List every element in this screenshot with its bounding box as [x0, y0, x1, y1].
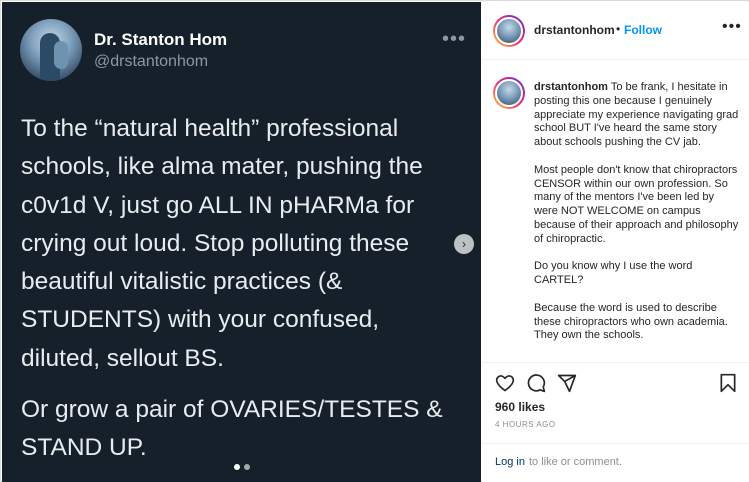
- caption-username[interactable]: drstantonhom: [534, 81, 608, 93]
- post-dialog: Dr. Stanton Hom @drstantonhom ••• To the…: [0, 0, 749, 482]
- caption-avatar[interactable]: [493, 77, 525, 109]
- tweet-line: crying out loud. Stop polluting these: [21, 229, 410, 257]
- heart-icon[interactable]: [495, 373, 515, 393]
- tweet-author-handle: @drstantonhom: [94, 53, 209, 70]
- tweet-line: STAND UP.: [21, 434, 147, 462]
- post-header: drstantonhom • Follow •••: [482, 2, 749, 60]
- caption-paragraph: Most people don't know that chiropractor…: [534, 163, 739, 245]
- avatar[interactable]: [493, 15, 525, 47]
- bookmark-icon[interactable]: [718, 373, 738, 393]
- follow-button[interactable]: Follow: [624, 23, 662, 37]
- tweet-line: beautiful vitalistic practices (&: [21, 268, 343, 296]
- post-timestamp[interactable]: 4 HOURS AGO: [495, 420, 556, 429]
- comment-row: Log in to like or comment.: [482, 443, 749, 482]
- login-link[interactable]: Log in: [495, 456, 525, 468]
- action-bar: 960 likes 4 HOURS AGO Log in to like or …: [482, 362, 749, 482]
- caption-text: drstantonhom To be frank, I hesitate in …: [534, 81, 739, 357]
- tweet-body: To the “natural health” professional sch…: [21, 110, 469, 378]
- tweet-line: STUDENTS) with your confused,: [21, 306, 380, 334]
- carousel-next-button[interactable]: ›: [454, 234, 474, 254]
- caption-area[interactable]: drstantonhom To be frank, I hesitate in …: [482, 61, 749, 361]
- like-count[interactable]: 960 likes: [495, 400, 545, 414]
- post-sidebar: drstantonhom • Follow ••• drstantonhom T…: [482, 2, 749, 482]
- tweet-more-icon: •••: [442, 28, 467, 50]
- tweet-body-second: Or grow a pair of OVARIES/TESTES & STAND…: [21, 391, 469, 468]
- header-username[interactable]: drstantonhom: [534, 23, 615, 37]
- header-separator: •: [616, 22, 621, 36]
- comment-icon[interactable]: [526, 373, 546, 393]
- caption-paragraph: Do you know why I use the word CARTEL?: [534, 260, 693, 287]
- carousel-indicator: [234, 464, 250, 470]
- more-options-icon[interactable]: •••: [722, 18, 742, 36]
- tweet-line: schools, like alma mater, pushing the: [21, 153, 423, 181]
- tweet-line: Or grow a pair of OVARIES/TESTES &: [21, 396, 443, 423]
- caption-paragraph: Because the word is used to describe the…: [534, 301, 728, 342]
- tweet-line: diluted, sellout BS.: [21, 344, 224, 372]
- tweet-author-name: Dr. Stanton Hom: [94, 30, 228, 49]
- share-icon[interactable]: [557, 373, 577, 393]
- login-prompt-text: to like or comment.: [529, 456, 622, 468]
- carousel-dot-active: [234, 464, 240, 470]
- tweet-line: c0v1d V, just go ALL IN pHARMa for: [21, 191, 415, 219]
- tweet-avatar: [20, 19, 82, 81]
- carousel-dot: [244, 464, 250, 470]
- tweet-line: To the “natural health” professional: [21, 115, 399, 142]
- post-image[interactable]: Dr. Stanton Hom @drstantonhom ••• To the…: [2, 2, 481, 482]
- chevron-right-icon: ›: [462, 237, 466, 251]
